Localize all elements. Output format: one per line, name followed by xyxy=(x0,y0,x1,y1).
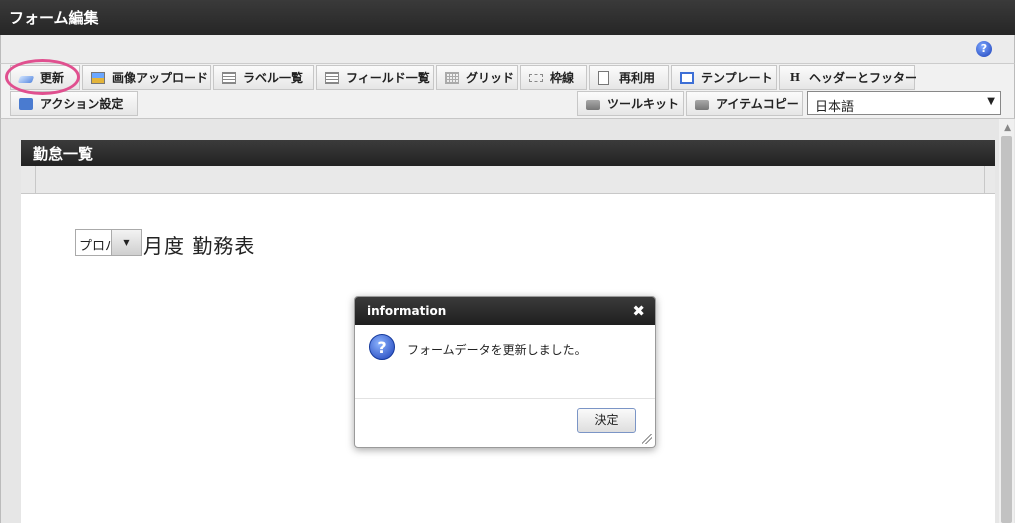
header-footer-button[interactable]: H ヘッダーとフッター xyxy=(779,65,918,90)
template-button[interactable]: テンプレート xyxy=(671,65,777,90)
form-title: 勤怠一覧 xyxy=(33,145,94,163)
form-subheader xyxy=(21,166,995,194)
template-icon xyxy=(680,72,694,84)
scrollbar-thumb[interactable] xyxy=(1001,136,1012,523)
form-header: 勤怠一覧 xyxy=(21,140,995,166)
language-select[interactable]: 日本語 ▼ xyxy=(807,91,1001,115)
dialog-title: information xyxy=(367,304,447,318)
template-label: テンプレート xyxy=(701,71,773,85)
question-icon: ? xyxy=(369,334,395,360)
reuse-icon xyxy=(598,71,609,85)
toolkit-icon xyxy=(586,100,600,110)
field-list-icon xyxy=(325,72,339,84)
form-heading: 月度 勤務表 xyxy=(143,234,256,258)
information-dialog: information ✖ ? フォームデータを更新しました。 決定 xyxy=(354,296,656,448)
chevron-down-icon: ▼ xyxy=(987,96,995,107)
grid-label: グリッド xyxy=(466,71,515,85)
toolkit-button[interactable]: ツールキット xyxy=(577,91,684,116)
close-icon[interactable]: ✖ xyxy=(632,302,645,320)
update-highlight-circle xyxy=(5,59,80,95)
resize-grip-icon[interactable] xyxy=(642,434,652,444)
language-select-value: 日本語 xyxy=(815,100,855,115)
image-upload-icon xyxy=(91,72,105,84)
toolkit-label: ツールキット xyxy=(607,97,680,111)
reuse-label: 再利用 xyxy=(619,71,656,85)
dropdown-arrow-icon[interactable]: ▼ xyxy=(111,230,141,255)
image-upload-button[interactable]: 画像アップロード xyxy=(82,65,211,90)
field-list-label: フィールド一覧 xyxy=(346,71,430,85)
reuse-button[interactable]: 再利用 xyxy=(589,65,669,90)
item-copy-icon xyxy=(695,100,709,110)
scroll-up-arrow-icon[interactable]: ▲ xyxy=(1004,123,1011,133)
title-bar: フォーム編集 xyxy=(0,0,1015,35)
period-combobox[interactable]: プロパ ▼ xyxy=(75,229,142,256)
label-list-icon xyxy=(222,72,236,84)
help-bar: ? xyxy=(0,35,1015,64)
combobox-value: プロパ xyxy=(79,239,113,254)
divider xyxy=(35,166,36,193)
action-settings-label: アクション設定 xyxy=(40,97,124,111)
action-icon xyxy=(19,98,33,110)
grid-icon xyxy=(445,72,459,84)
header-footer-label: ヘッダーとフッター xyxy=(809,71,918,85)
border-label: 枠線 xyxy=(550,71,575,85)
border-icon xyxy=(529,74,543,82)
window-title: フォーム編集 xyxy=(9,9,99,27)
divider xyxy=(355,398,655,399)
ok-button[interactable]: 決定 xyxy=(577,408,636,433)
divider xyxy=(984,166,985,193)
help-icon[interactable]: ? xyxy=(976,41,992,57)
item-copy-label: アイテムコピー xyxy=(716,97,799,111)
action-settings-button[interactable]: アクション設定 xyxy=(10,91,138,116)
dialog-title-bar[interactable]: information ✖ xyxy=(355,297,655,325)
grid-button[interactable]: グリッド xyxy=(436,65,518,90)
border-button[interactable]: 枠線 xyxy=(520,65,587,90)
label-list-label: ラベル一覧 xyxy=(243,71,304,85)
dialog-message: フォームデータを更新しました。 xyxy=(407,343,587,357)
field-list-button[interactable]: フィールド一覧 xyxy=(316,65,434,90)
header-footer-icon: H xyxy=(789,71,801,84)
image-upload-label: 画像アップロード xyxy=(112,71,209,85)
item-copy-button[interactable]: アイテムコピー xyxy=(686,91,803,116)
label-list-button[interactable]: ラベル一覧 xyxy=(213,65,314,90)
